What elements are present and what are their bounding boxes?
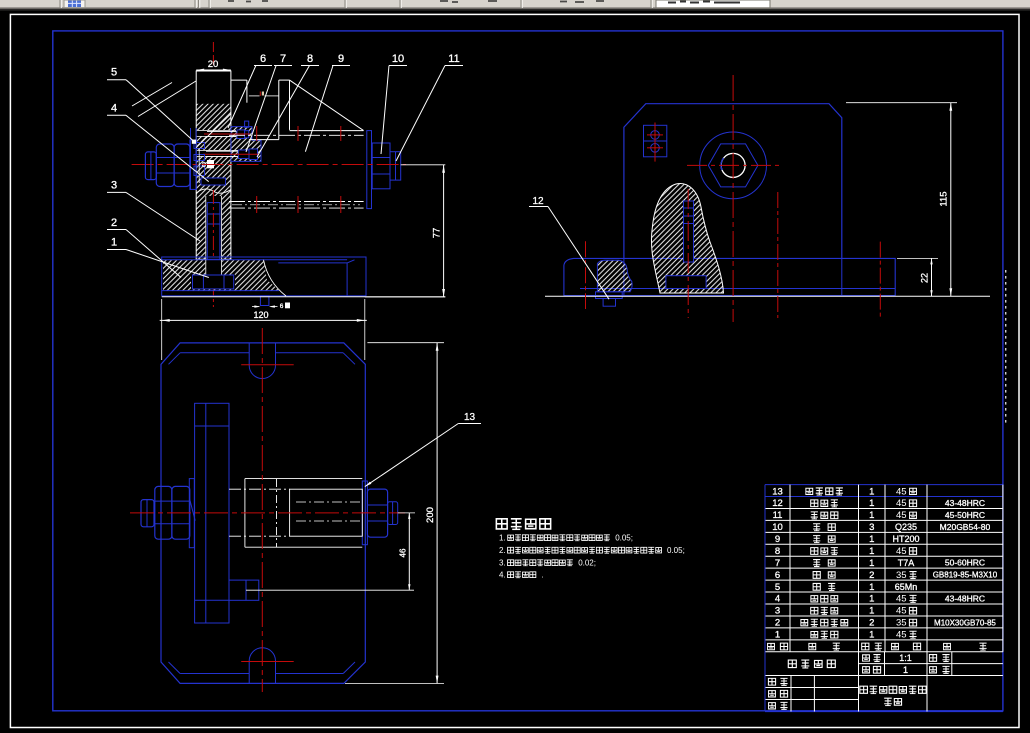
- svg-text:43-48HRC: 43-48HRC: [945, 594, 985, 604]
- svg-text:1: 1: [869, 594, 874, 605]
- svg-text:4: 4: [111, 103, 117, 115]
- svg-text:1: 1: [869, 558, 874, 569]
- svg-text:2: 2: [869, 618, 874, 629]
- svg-text:0.02;: 0.02;: [578, 559, 596, 568]
- svg-text:3: 3: [775, 606, 780, 617]
- svg-text:1: 1: [869, 582, 874, 593]
- svg-text:1: 1: [869, 546, 874, 557]
- svg-text:45: 45: [896, 486, 907, 497]
- svg-text:5: 5: [775, 582, 780, 593]
- svg-text:0.05;: 0.05;: [615, 534, 633, 543]
- svg-text:3.: 3.: [499, 559, 506, 568]
- svg-text:10: 10: [392, 53, 404, 65]
- svg-text:4.: 4.: [499, 571, 506, 580]
- svg-text:45: 45: [896, 606, 907, 617]
- svg-text:1: 1: [869, 498, 874, 509]
- svg-text:35: 35: [896, 618, 907, 629]
- svg-text:11: 11: [773, 510, 783, 521]
- svg-text:77: 77: [432, 228, 443, 239]
- svg-text:9: 9: [775, 534, 780, 545]
- svg-text:12: 12: [772, 498, 783, 509]
- svg-text:5: 5: [111, 67, 117, 79]
- svg-text:2: 2: [869, 570, 874, 581]
- svg-text:9: 9: [338, 53, 344, 65]
- svg-text:M20GB54-80: M20GB54-80: [940, 522, 991, 532]
- svg-text:M10X30GB70-85: M10X30GB70-85: [934, 618, 996, 627]
- svg-text:2: 2: [775, 618, 780, 629]
- svg-text:45: 45: [896, 630, 907, 641]
- svg-text:Q235: Q235: [895, 522, 917, 532]
- svg-text:1: 1: [111, 237, 117, 249]
- svg-text:3: 3: [111, 180, 117, 192]
- svg-text:4: 4: [775, 594, 780, 605]
- svg-text:12: 12: [532, 196, 544, 207]
- svg-text:10: 10: [772, 522, 783, 533]
- svg-text:20: 20: [208, 59, 219, 70]
- svg-text:45: 45: [896, 594, 907, 605]
- svg-text:45: 45: [896, 498, 907, 509]
- svg-text:1: 1: [775, 630, 780, 641]
- svg-text:T7A: T7A: [898, 558, 915, 568]
- svg-text:8: 8: [775, 546, 780, 557]
- svg-text:43-48HRC: 43-48HRC: [945, 498, 985, 508]
- svg-text:1:1: 1:1: [899, 653, 912, 663]
- svg-text:1: 1: [903, 665, 908, 675]
- svg-text:6: 6: [260, 53, 266, 65]
- svg-text:45: 45: [896, 510, 907, 521]
- svg-text:3: 3: [869, 522, 874, 533]
- svg-text:22: 22: [920, 273, 930, 283]
- svg-text:1: 1: [869, 606, 874, 617]
- svg-text:13: 13: [464, 412, 476, 423]
- svg-text:1: 1: [869, 630, 874, 641]
- svg-text:0.05;: 0.05;: [667, 546, 685, 555]
- svg-text:7: 7: [775, 558, 780, 569]
- svg-text:50-60HRC: 50-60HRC: [945, 558, 985, 568]
- svg-text:1: 1: [869, 510, 874, 521]
- svg-text:120: 120: [253, 310, 268, 320]
- svg-text:115: 115: [939, 191, 950, 206]
- svg-text:2: 2: [111, 217, 117, 229]
- svg-text:1.: 1.: [499, 534, 506, 543]
- svg-text:GB819-85-M3X10: GB819-85-M3X10: [933, 571, 998, 580]
- svg-text:1: 1: [869, 534, 874, 545]
- svg-text:7: 7: [280, 53, 286, 65]
- svg-text:46: 46: [399, 548, 408, 557]
- svg-text:13: 13: [772, 486, 783, 497]
- svg-text:2.: 2.: [499, 546, 506, 555]
- svg-text:11: 11: [448, 53, 459, 65]
- svg-text:HT200: HT200: [892, 534, 919, 544]
- svg-text:200: 200: [425, 507, 436, 523]
- svg-text:35: 35: [896, 570, 907, 581]
- svg-text:45-50HRC: 45-50HRC: [945, 510, 985, 520]
- svg-text:45: 45: [896, 546, 907, 557]
- svg-text:65Mn: 65Mn: [895, 582, 918, 592]
- svg-text:8: 8: [307, 53, 313, 65]
- svg-text:.: .: [541, 571, 543, 580]
- svg-text:8: 8: [202, 162, 206, 169]
- svg-text:1: 1: [869, 486, 874, 497]
- svg-text:6: 6: [280, 303, 284, 310]
- svg-text:6: 6: [775, 570, 780, 581]
